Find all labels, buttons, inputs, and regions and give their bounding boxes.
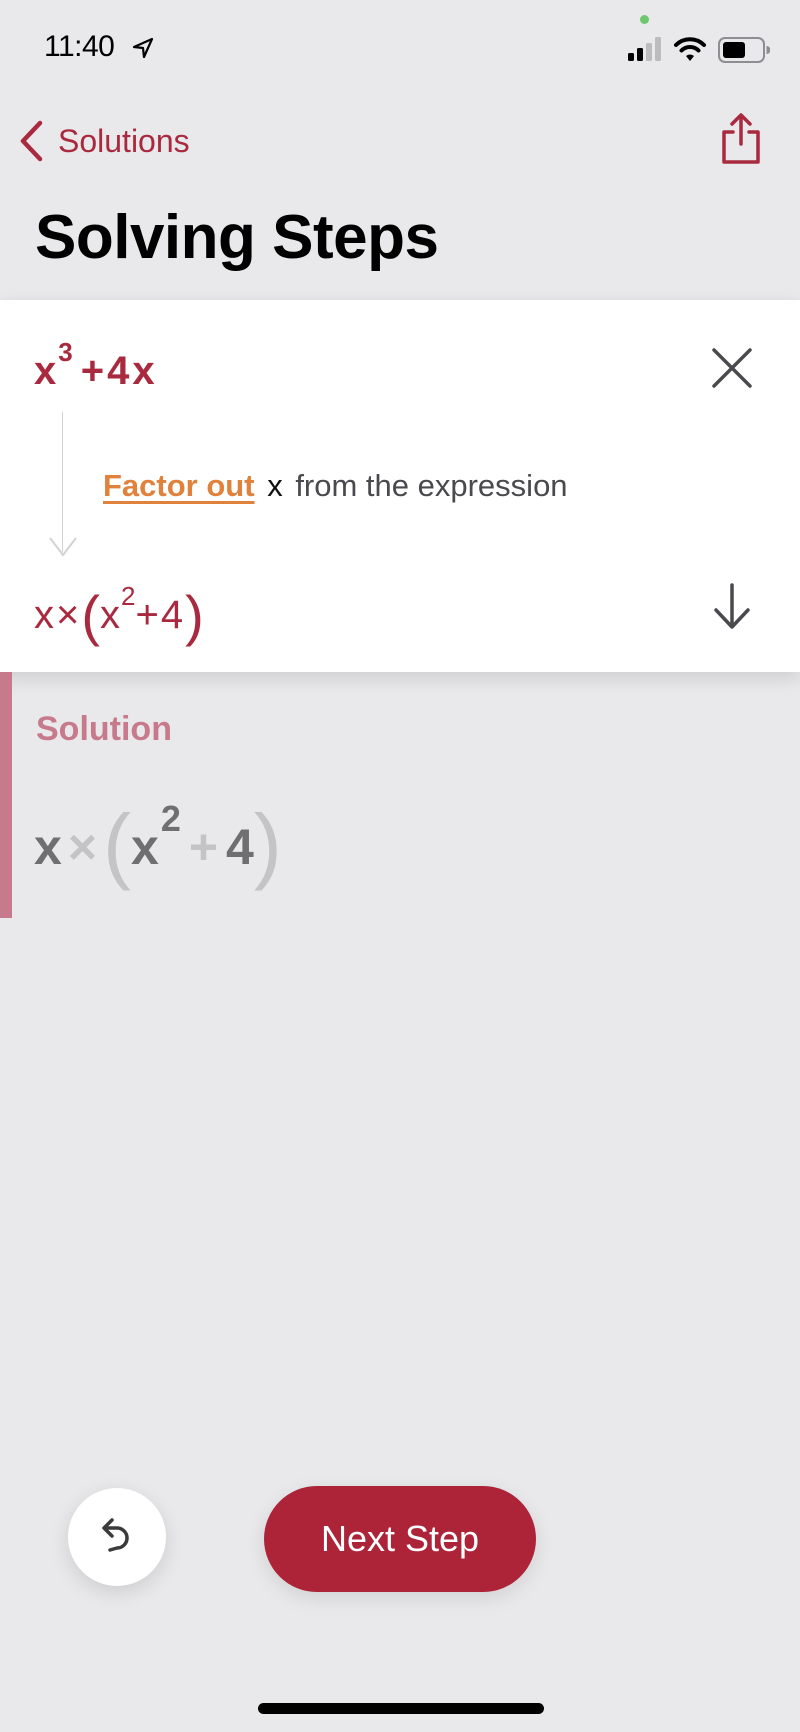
close-button[interactable] bbox=[708, 344, 756, 392]
solution-exponent: 2 bbox=[160, 798, 181, 839]
solution-open-paren: ( bbox=[103, 797, 131, 891]
expr-rest: +4x bbox=[80, 349, 158, 393]
explanation-variable: x bbox=[267, 468, 283, 503]
back-label: Solutions bbox=[58, 122, 190, 159]
wifi-icon bbox=[674, 37, 706, 61]
solution-accent-bar bbox=[0, 672, 12, 918]
status-time: 11:40 bbox=[44, 30, 115, 63]
result-expression[interactable]: x× ( x 2 +4 ) bbox=[34, 568, 204, 644]
result-exponent: 2 bbox=[121, 581, 136, 611]
solution-x2: x bbox=[131, 819, 159, 875]
battery-icon bbox=[718, 37, 770, 63]
step-connector-line bbox=[62, 412, 63, 552]
result-prefix: x× bbox=[34, 593, 82, 637]
arrow-down-icon bbox=[714, 583, 750, 629]
result-open-paren: ( bbox=[81, 584, 101, 647]
solution-label: Solution bbox=[36, 710, 172, 748]
connector-arrow-icon bbox=[49, 537, 77, 557]
share-icon bbox=[722, 113, 760, 164]
back-button[interactable]: Solutions bbox=[18, 118, 190, 164]
chevron-left-icon bbox=[20, 120, 43, 162]
home-indicator[interactable] bbox=[258, 1703, 544, 1714]
step-card: x 3 +4x Factor out x from the expression… bbox=[0, 300, 800, 672]
expr-base: x bbox=[34, 349, 57, 393]
undo-button[interactable] bbox=[68, 1488, 166, 1586]
page-title: Solving Steps bbox=[35, 203, 439, 272]
step-explanation: Factor out x from the expression bbox=[103, 468, 568, 504]
initial-expression[interactable]: x 3 +4x bbox=[34, 337, 158, 394]
expr-exponent: 3 bbox=[58, 337, 73, 367]
solution-plus: + bbox=[188, 819, 219, 875]
solution-times: × bbox=[67, 819, 98, 875]
result-rest: +4 bbox=[135, 593, 186, 637]
close-icon bbox=[712, 348, 752, 388]
undo-icon bbox=[102, 1518, 129, 1552]
next-step-button[interactable]: Next Step bbox=[264, 1486, 536, 1592]
status-bar: 11:40 bbox=[0, 0, 800, 90]
solution-constant: 4 bbox=[226, 819, 254, 875]
solution-x1: x bbox=[34, 819, 62, 875]
share-button[interactable] bbox=[718, 112, 764, 168]
solution-close-paren: ) bbox=[253, 797, 282, 891]
explanation-rest: from the expression bbox=[295, 468, 568, 503]
privacy-indicator-dot bbox=[640, 15, 649, 24]
factor-out-link[interactable]: Factor out bbox=[103, 468, 255, 503]
location-arrow-icon bbox=[132, 37, 154, 59]
result-base: x bbox=[100, 593, 121, 637]
expand-step-button[interactable] bbox=[710, 582, 754, 632]
signal-icon bbox=[628, 37, 661, 61]
result-close-paren: ) bbox=[185, 584, 204, 647]
solution-expression: x × ( x 2 + 4 ) bbox=[34, 780, 282, 886]
